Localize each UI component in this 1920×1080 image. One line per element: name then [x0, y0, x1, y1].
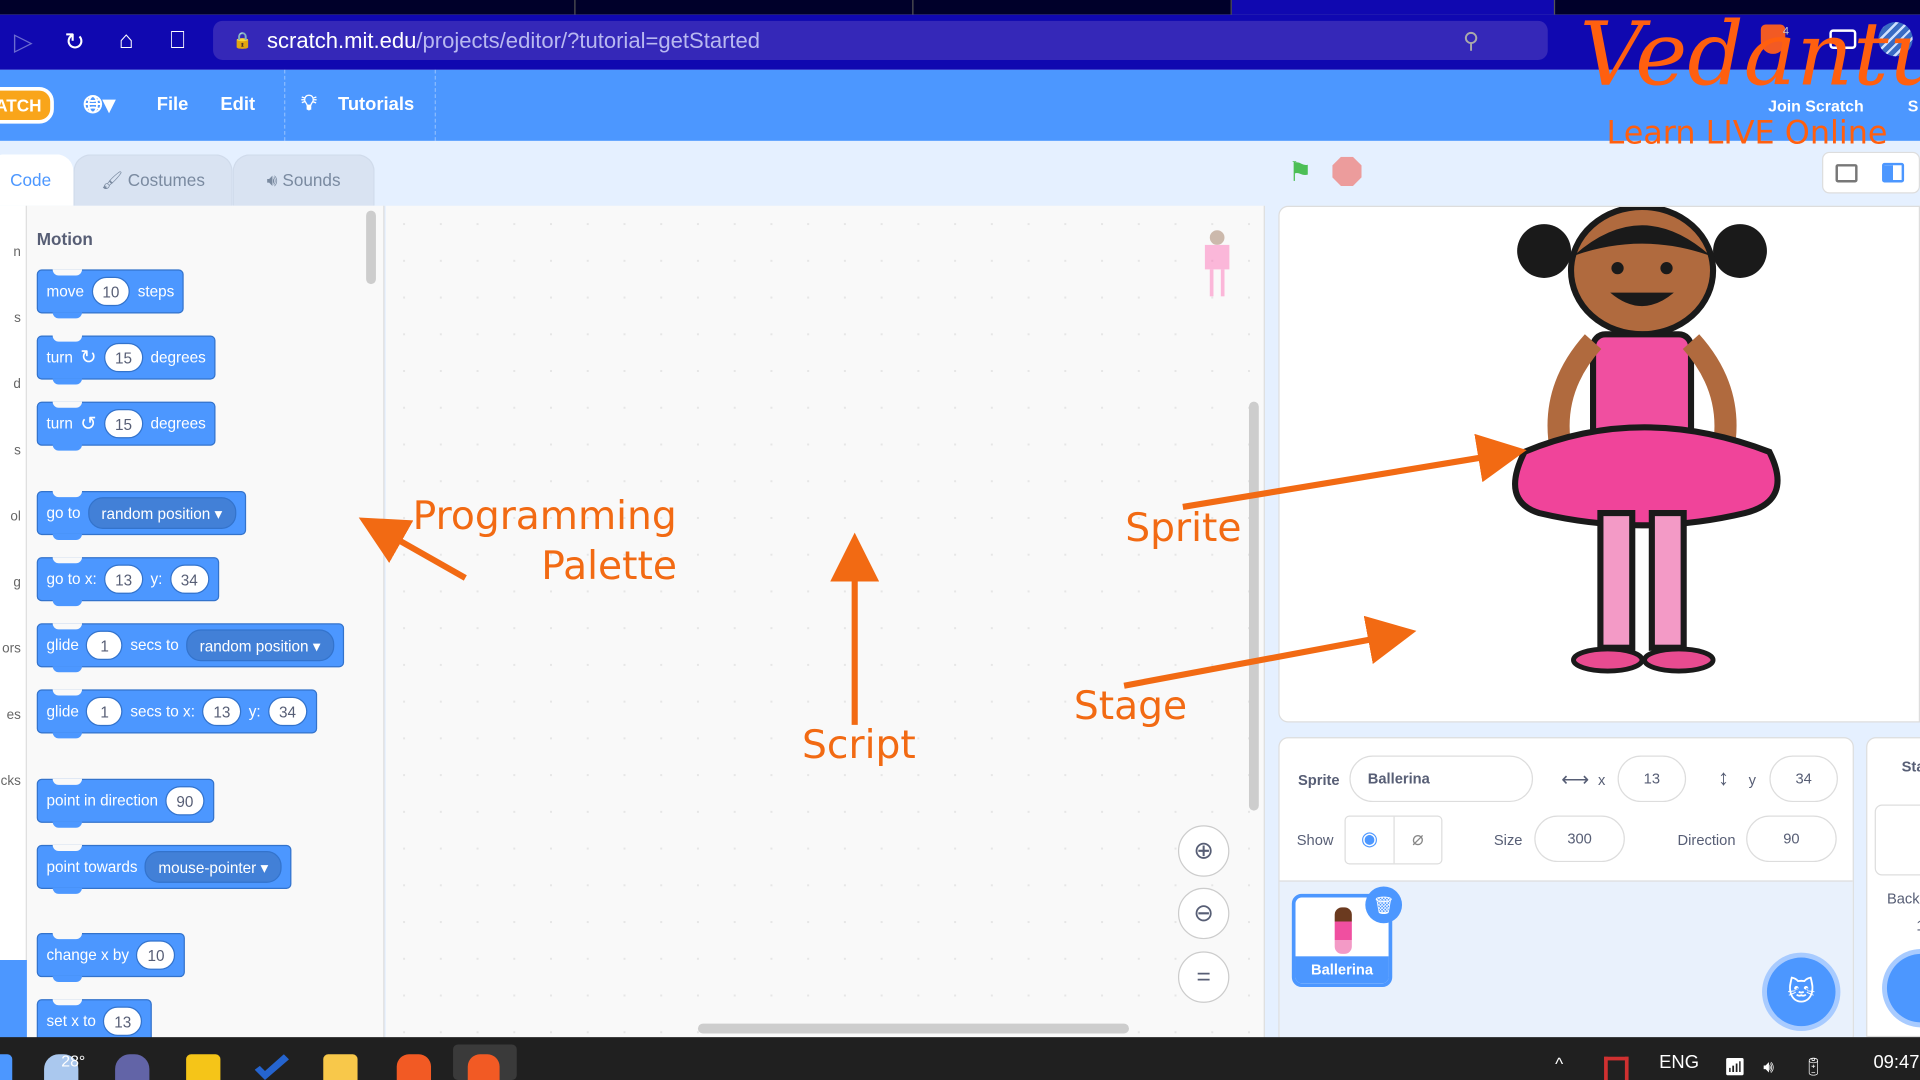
arrow-stage — [1123, 615, 1417, 689]
vedantu-watermark-logo: Vedantu — [1579, 2, 1920, 106]
volume-icon[interactable]: 🔊︎ — [1763, 1057, 1774, 1078]
annotation-stage: Stage — [1073, 682, 1188, 729]
file-explorer-icon[interactable] — [323, 1054, 358, 1080]
windows-taskbar: 28° ^ ENG 📶︎ 🔊︎ 🔋︎ 09:47 — [0, 1037, 1920, 1080]
annotation-programming: Programming — [412, 492, 677, 539]
arrow-sprite — [1182, 433, 1527, 510]
annotation-arrows — [358, 433, 1527, 725]
vedantu-tagline: Learn LIVE Online — [1606, 115, 1888, 152]
weather-temperature: 28° — [61, 1051, 86, 1071]
annotation-sprite: Sprite — [1125, 504, 1242, 552]
brave-browser-icon[interactable] — [396, 1054, 432, 1080]
start-icon[interactable] — [0, 1054, 13, 1080]
clock[interactable]: 09:47 — [1873, 1052, 1919, 1073]
battery-icon[interactable]: 🔋︎ — [1802, 1057, 1824, 1078]
show-hidden-icons-chevron[interactable]: ^ — [1555, 1054, 1563, 1074]
language-indicator[interactable]: ENG — [1659, 1052, 1699, 1073]
brave-profile-icon — [467, 1054, 500, 1080]
annotation-script: Script — [802, 721, 916, 768]
sticky-notes-icon[interactable] — [186, 1054, 221, 1080]
gmail-icon[interactable] — [1604, 1056, 1629, 1080]
todo-icon[interactable] — [254, 1054, 289, 1080]
annotation-palette: Palette — [541, 542, 677, 589]
wifi-icon[interactable]: 📶︎ — [1724, 1057, 1746, 1078]
active-brave-window[interactable] — [453, 1044, 517, 1080]
teams-icon[interactable] — [115, 1054, 150, 1080]
screen: ▷ ↻ ⌂ ⎕ 🔒 scratch.mit.edu/projects/editor… — [0, 0, 1920, 1080]
